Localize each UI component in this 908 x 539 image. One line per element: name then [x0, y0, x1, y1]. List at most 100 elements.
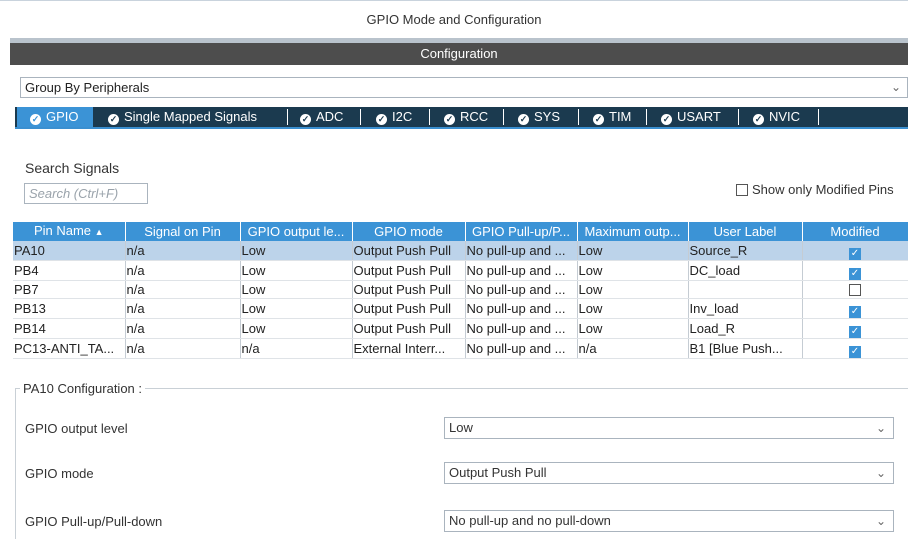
gpio-output-level-label: GPIO output level	[25, 421, 128, 436]
tab-divider	[503, 109, 504, 125]
group-by-value: Group By Peripherals	[25, 80, 150, 95]
check-circle-icon: ✓	[376, 114, 387, 125]
cell-label[interactable]: B1 [Blue Push...	[688, 338, 803, 359]
table-row[interactable]: PB14 n/a Low Output Push Pull No pull-up…	[13, 318, 908, 339]
cell-pull: No pull-up and ...	[465, 298, 578, 319]
col-header-output-level[interactable]: GPIO output le...	[240, 222, 353, 241]
cell-signal: n/a	[125, 318, 241, 339]
gpio-pull-value: No pull-up and no pull-down	[449, 513, 611, 528]
chevron-down-icon: ⌄	[875, 466, 886, 480]
col-header-modified[interactable]: Modified	[802, 222, 908, 241]
cell-label[interactable]: Inv_load	[688, 298, 803, 319]
cell-modified: ✓	[802, 241, 908, 261]
tab-rcc[interactable]: ✓ RCC	[444, 107, 488, 127]
table-header-row: Pin Name ▲ Signal on Pin GPIO output le.…	[13, 222, 908, 241]
col-header-pull[interactable]: GPIO Pull-up/P...	[465, 222, 578, 241]
search-signals-label: Search Signals	[25, 160, 120, 176]
cell-signal: n/a	[125, 260, 241, 281]
checkbox-checked-icon[interactable]: ✓	[849, 346, 861, 358]
cell-output: Low	[240, 241, 353, 261]
tab-nvic[interactable]: ✓ NVIC	[753, 107, 800, 127]
tab-sys[interactable]: ✓ SYS	[518, 107, 560, 127]
cell-label[interactable]	[688, 280, 803, 299]
show-modified-checkbox[interactable]: Show only Modified Pins	[736, 182, 894, 197]
cell-modified: ✓	[802, 318, 908, 339]
checkbox-checked-icon[interactable]: ✓	[849, 326, 861, 338]
tab-gpio[interactable]: ✓ GPIO	[17, 107, 93, 127]
cell-signal: n/a	[125, 338, 241, 359]
cell-pin: PB14	[13, 318, 126, 339]
chevron-down-icon: ⌄	[890, 80, 901, 94]
cell-mode: Output Push Pull	[352, 241, 466, 261]
cell-max: Low	[577, 318, 689, 339]
check-circle-icon: ✓	[518, 114, 529, 125]
gpio-mode-select[interactable]: Output Push Pull ⌄	[444, 462, 894, 484]
cell-pull: No pull-up and ...	[465, 318, 578, 339]
cell-signal: n/a	[125, 280, 241, 299]
tab-i2c[interactable]: ✓ I2C	[376, 107, 412, 127]
checkbox-unchecked-icon[interactable]	[849, 284, 861, 296]
gpio-output-level-value: Low	[449, 420, 473, 435]
gpio-pull-select[interactable]: No pull-up and no pull-down ⌄	[444, 510, 894, 532]
table-row[interactable]: PB13 n/a Low Output Push Pull No pull-up…	[13, 298, 908, 319]
checkbox-checked-icon[interactable]: ✓	[849, 248, 861, 260]
tab-divider	[578, 109, 579, 125]
cell-pin: PB7	[13, 280, 126, 299]
cell-max: Low	[577, 260, 689, 281]
tab-adc[interactable]: ✓ ADC	[300, 107, 343, 127]
cell-mode: Output Push Pull	[352, 318, 466, 339]
cell-modified	[802, 280, 908, 299]
tab-tim[interactable]: ✓ TIM	[593, 107, 631, 127]
cell-pull: No pull-up and ...	[465, 280, 578, 299]
tab-divider	[429, 109, 430, 125]
table-row[interactable]: PB7 n/a Low Output Push Pull No pull-up …	[13, 280, 908, 299]
pin-table: Pin Name ▲ Signal on Pin GPIO output le.…	[13, 222, 908, 359]
cell-pull: No pull-up and ...	[465, 260, 578, 281]
group-by-select[interactable]: Group By Peripherals ⌄	[20, 77, 908, 98]
tab-single-mapped-signals[interactable]: ✓ Single Mapped Signals	[108, 107, 257, 127]
gpio-output-level-select[interactable]: Low ⌄	[444, 417, 894, 439]
tab-usart[interactable]: ✓ USART	[661, 107, 721, 127]
configuration-header: Configuration	[10, 43, 908, 65]
check-circle-icon: ✓	[753, 114, 764, 125]
cell-label[interactable]: DC_load	[688, 260, 803, 281]
cell-output: n/a	[240, 338, 353, 359]
check-circle-icon: ✓	[661, 114, 672, 125]
check-circle-icon: ✓	[108, 114, 119, 125]
tab-divider	[646, 109, 647, 125]
cell-modified: ✓	[802, 338, 908, 359]
gpio-mode-value: Output Push Pull	[449, 465, 547, 480]
search-input[interactable]: Search (Ctrl+F)	[24, 183, 148, 204]
chevron-down-icon: ⌄	[875, 514, 886, 528]
cell-modified: ✓	[802, 260, 908, 281]
cell-modified: ✓	[802, 298, 908, 319]
check-circle-icon: ✓	[593, 114, 604, 125]
cell-label[interactable]: Source_R	[688, 241, 803, 261]
table-row[interactable]: PB4 n/a Low Output Push Pull No pull-up …	[13, 260, 908, 281]
cell-mode: Output Push Pull	[352, 280, 466, 299]
sort-arrow-icon: ▲	[94, 227, 104, 237]
table-row[interactable]: PA10 n/a Low Output Push Pull No pull-up…	[13, 241, 908, 261]
cell-label[interactable]: Load_R	[688, 318, 803, 339]
cell-max: Low	[577, 280, 689, 299]
cell-pull: No pull-up and ...	[465, 338, 578, 359]
cell-mode: External Interr...	[352, 338, 466, 359]
checkbox-checked-icon[interactable]: ✓	[849, 268, 861, 280]
col-header-max-output[interactable]: Maximum outp...	[577, 222, 689, 241]
check-circle-icon: ✓	[444, 114, 455, 125]
checkbox-checked-icon[interactable]: ✓	[849, 306, 861, 318]
peripheral-tabs: ✓ GPIO ✓ Single Mapped Signals ✓ ADC ✓ I2C ✓…	[15, 107, 908, 129]
cell-pin: PC13-ANTI_TA...	[13, 338, 126, 359]
col-header-signal[interactable]: Signal on Pin	[125, 222, 241, 241]
check-circle-icon: ✓	[30, 114, 41, 125]
table-row[interactable]: PC13-ANTI_TA... n/a n/a External Interr.…	[13, 338, 908, 359]
cell-output: Low	[240, 298, 353, 319]
show-modified-label: Show only Modified Pins	[752, 182, 894, 197]
col-header-pin-name[interactable]: Pin Name ▲	[13, 222, 126, 241]
col-header-user-label[interactable]: User Label	[688, 222, 803, 241]
cell-output: Low	[240, 260, 353, 281]
col-header-gpio-mode[interactable]: GPIO mode	[352, 222, 466, 241]
gpio-pull-label: GPIO Pull-up/Pull-down	[25, 514, 163, 529]
tab-divider	[287, 109, 288, 125]
cell-max: Low	[577, 241, 689, 261]
